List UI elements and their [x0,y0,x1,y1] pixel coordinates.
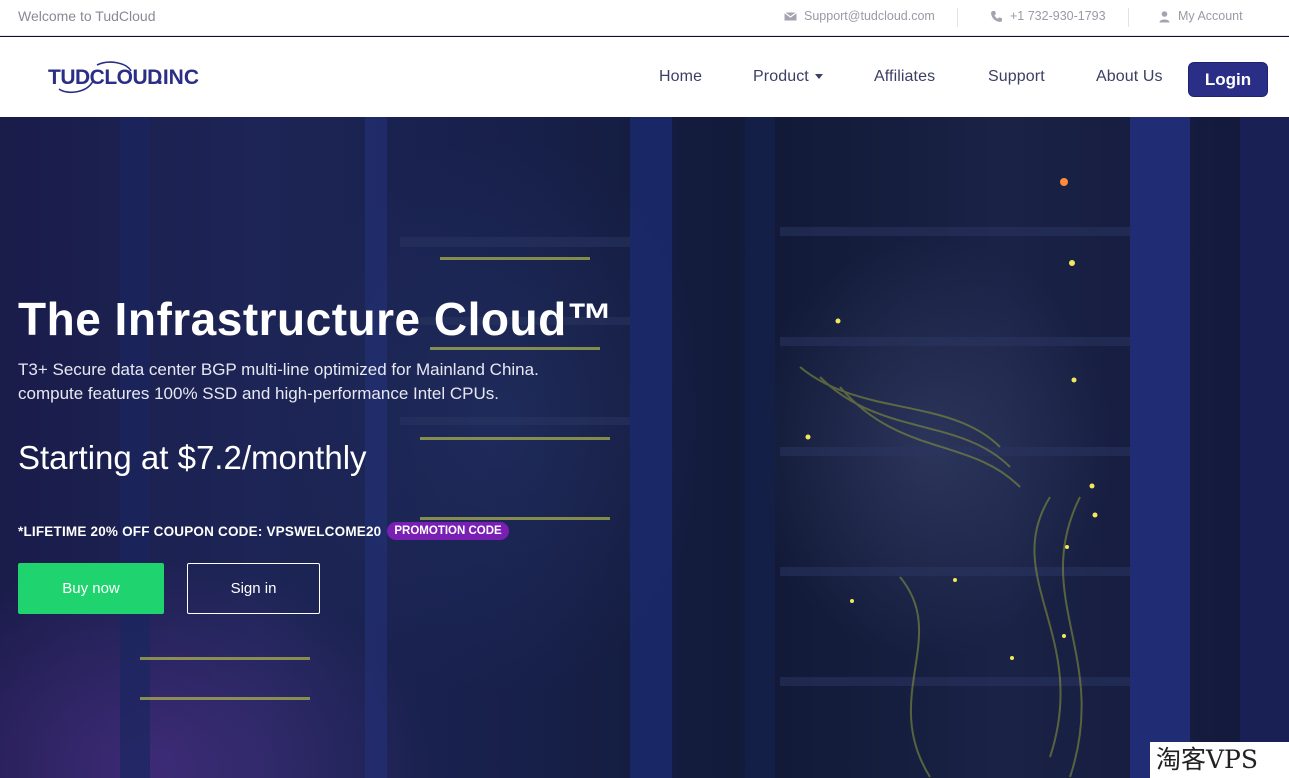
starting-price: Starting at $7.2/monthly [18,439,367,476]
logo-graphic: TUDCLOUD .INC [48,61,199,94]
login-button[interactable]: Login [1188,62,1268,97]
nav-about-us[interactable]: About Us [1096,68,1163,86]
phone-number[interactable]: +1 732-930-1793 [1010,9,1106,23]
hero-section: The Infrastructure Cloud™ T3+ Secure dat… [0,117,1289,778]
coupon-row: *LIFETIME 20% OFF COUPON CODE: VPSWELCOM… [18,522,509,540]
divider [957,8,958,27]
user-icon [1159,10,1170,22]
top-bar: Welcome to TudCloud Support@tudcloud.com… [0,0,1289,36]
hero-subtitle-line-1: T3+ Secure data center BGP multi-line op… [18,360,539,379]
phone-icon [991,10,1002,22]
hero-subtitle: T3+ Secure data center BGP multi-line op… [18,358,718,406]
support-email-link[interactable]: Support@tudcloud.com [784,9,935,23]
hero-title: The Infrastructure Cloud™ [18,293,614,345]
my-account-label[interactable]: My Account [1178,9,1243,23]
envelope-icon [784,11,797,20]
watermark: 淘客VPS [1150,742,1289,778]
nav-product[interactable]: Product [753,68,823,86]
brand-logo[interactable]: TUDCLOUD .INC [47,59,212,97]
nav-home[interactable]: Home [659,68,702,86]
hero-subtitle-line-2: compute features 100% SSD and high-perfo… [18,384,499,403]
svg-text:TUDCLOUD: TUDCLOUD [48,66,162,89]
my-account-link[interactable]: My Account [1158,9,1243,23]
nav-support[interactable]: Support [988,68,1045,86]
coupon-text: *LIFETIME 20% OFF COUPON CODE: VPSWELCOM… [18,523,382,539]
phone-link[interactable]: +1 732-930-1793 [990,9,1106,23]
sign-in-button[interactable]: Sign in [187,563,320,614]
main-navbar: TUDCLOUD .INC Home Product Affiliates Su… [0,37,1289,117]
welcome-text: Welcome to TudCloud [18,8,156,24]
promotion-code-badge: PROMOTION CODE [387,522,509,540]
nav-affiliates[interactable]: Affiliates [874,68,935,86]
caret-down-icon [814,74,823,80]
svg-text:.INC: .INC [157,66,199,89]
divider [1128,8,1129,27]
support-email[interactable]: Support@tudcloud.com [804,9,935,23]
nav-product-label: Product [753,68,809,85]
buy-now-button[interactable]: Buy now [18,563,164,614]
